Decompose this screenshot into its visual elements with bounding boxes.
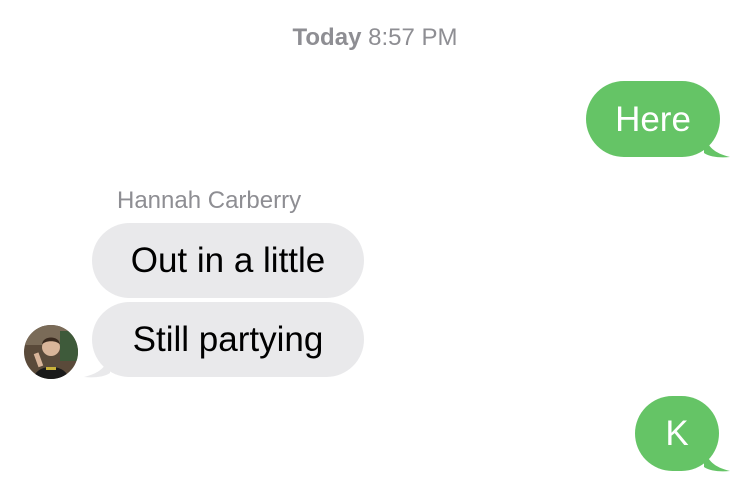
incoming-message-bubble[interactable]: Out in a little xyxy=(92,223,364,298)
message-text: Here xyxy=(615,99,691,139)
timestamp-day: Today xyxy=(292,24,362,51)
timestamp-time: 8:57 PM xyxy=(368,24,458,51)
incoming-message-bubble[interactable]: Still partying xyxy=(92,302,364,377)
contact-avatar[interactable] xyxy=(24,325,78,379)
outgoing-bubble-tail xyxy=(704,449,730,472)
outgoing-message-bubble[interactable]: Here xyxy=(586,81,720,157)
conversation-timestamp: Today 8:57 PM xyxy=(0,24,750,52)
message-text: Still partying xyxy=(132,320,324,359)
message-text: K xyxy=(665,414,689,453)
incoming-bubble-tail xyxy=(84,355,110,378)
message-text: Out in a little xyxy=(130,241,326,280)
outgoing-bubble-tail xyxy=(704,135,730,158)
contact-photo-icon xyxy=(24,325,78,379)
sender-name: Hannah Carberry xyxy=(117,187,302,214)
